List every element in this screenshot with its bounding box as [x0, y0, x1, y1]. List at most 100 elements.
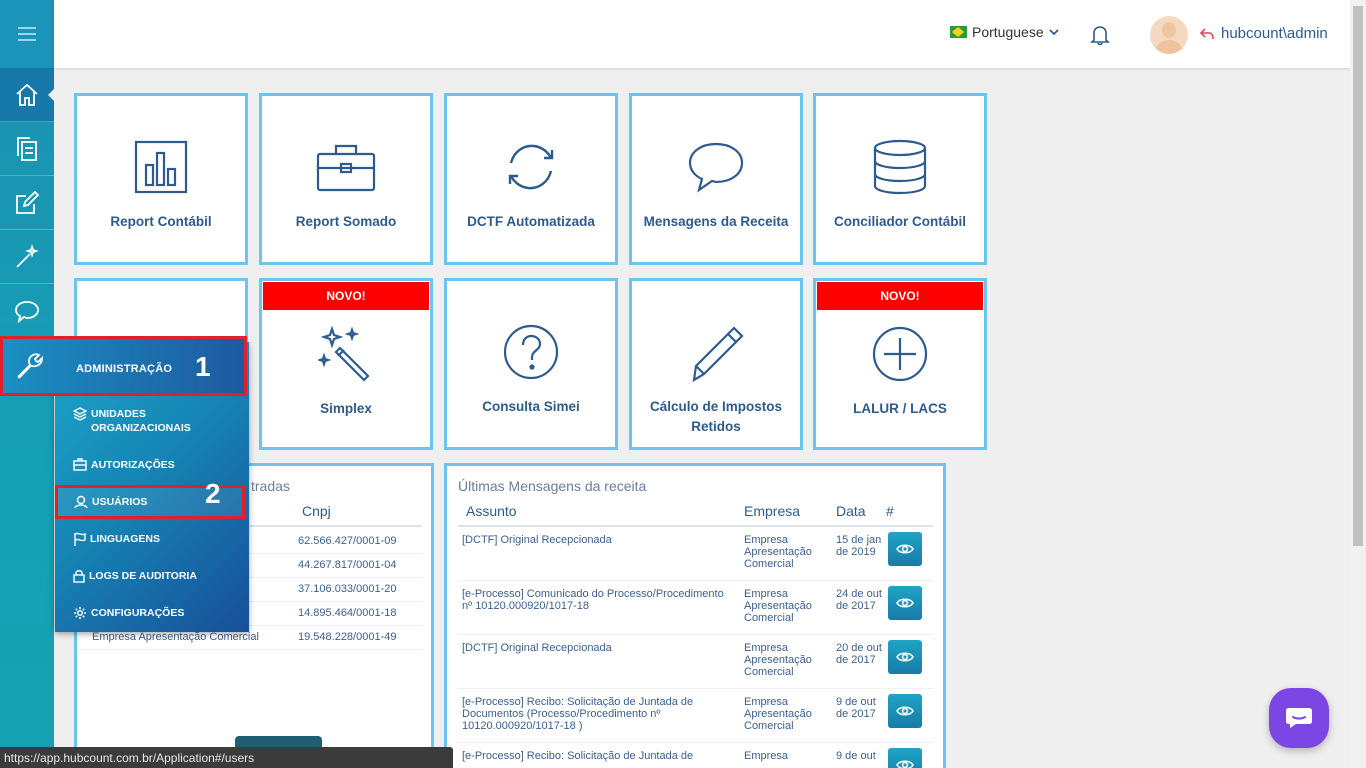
- view-message-button[interactable]: [888, 693, 922, 728]
- rail-chat[interactable]: [0, 284, 54, 338]
- tile-label: LALUR / LACS: [853, 401, 947, 416]
- edit-icon: [16, 190, 40, 214]
- eye-icon: [896, 651, 914, 662]
- tile-report-somado[interactable]: Report Somado: [259, 93, 433, 265]
- tile-calculo-impostos[interactable]: Cálculo de Impostos Retidos: [629, 278, 803, 450]
- menu-item-linguagens[interactable]: LINGUAGENS: [73, 532, 160, 546]
- table-row: [e-Processo] Recibo: Solicitação de Junt…: [458, 688, 933, 743]
- view-message-button[interactable]: [888, 532, 922, 566]
- briefcase-icon: [73, 458, 87, 471]
- rail-documents[interactable]: [0, 122, 54, 176]
- top-header: Portuguese hubcount\admin: [54, 0, 1350, 68]
- gear-icon: [74, 607, 86, 619]
- chat-icon: [1286, 708, 1312, 728]
- view-message-button[interactable]: [888, 585, 922, 620]
- rail-magic[interactable]: [0, 230, 54, 284]
- rail-home[interactable]: [0, 68, 55, 122]
- language-selector[interactable]: Portuguese: [950, 24, 1059, 40]
- col-action: #: [886, 503, 933, 527]
- company-name-cell: Empresa Apresentação Comercial: [92, 631, 259, 643]
- database-icon: [873, 139, 927, 195]
- eye-icon: [896, 705, 914, 716]
- cnpj-cell: 62.566.427/0001-09: [298, 535, 397, 547]
- menu-item-label: LINGUAGENS: [90, 533, 161, 545]
- chat-widget-button[interactable]: [1269, 688, 1329, 748]
- new-badge: NOVO!: [817, 282, 983, 310]
- menu-item-logs-auditoria[interactable]: LOGS DE AUDITORIA: [73, 569, 197, 583]
- eye-icon: [896, 597, 914, 608]
- tile-consulta-simei[interactable]: Consulta Simei: [444, 278, 618, 450]
- tile-label: Cálculo de Impostos Retidos: [649, 399, 783, 434]
- status-bar-url: https://app.hubcount.com.br/Application#…: [0, 747, 453, 768]
- menu-item-autorizacoes[interactable]: AUTORIZAÇÕES: [73, 458, 175, 472]
- tile-simplex[interactable]: NOVO! Simplex: [259, 278, 433, 450]
- wrench-icon: [17, 353, 43, 379]
- date-cell: 24 de out de 2017: [836, 580, 886, 635]
- tile-label: Report Contábil: [110, 214, 212, 229]
- user-menu[interactable]: hubcount\admin: [1199, 25, 1328, 42]
- layers-icon: [73, 407, 87, 421]
- view-message-button[interactable]: [888, 747, 922, 768]
- date-cell: 15 de jan de 2019: [836, 526, 886, 581]
- administracao-menu[interactable]: ADMINISTRAÇÃO 1: [0, 336, 247, 396]
- menu-item-unidades[interactable]: UNIDADES ORGANIZACIONAIS: [73, 407, 211, 435]
- brazil-flag-icon: [950, 26, 967, 38]
- company-cell: Empresa Apresentação Comercial: [744, 634, 836, 689]
- refresh-icon: [508, 144, 554, 190]
- tile-label: Consulta Simei: [482, 399, 580, 414]
- menu-item-label: UNIDADES ORGANIZACIONAIS: [91, 408, 191, 434]
- table-row: [e-Processo] Recibo: Solicitação de Junt…: [458, 742, 933, 768]
- menu-item-configuracoes[interactable]: CONFIGURAÇÕES: [73, 606, 184, 620]
- cnpj-cell: 14.895.464/0001-18: [298, 607, 397, 619]
- tile-label: Simplex: [320, 401, 372, 416]
- administracao-label: ADMINISTRAÇÃO: [76, 363, 173, 375]
- bar-chart-icon: [134, 140, 188, 194]
- tile-dctf-automatizada[interactable]: DCTF Automatizada: [444, 93, 618, 265]
- eye-icon: [896, 759, 914, 768]
- companies-panel-title: tradas: [251, 478, 290, 494]
- date-cell: 20 de out de 2017: [836, 634, 886, 689]
- page-scrollbar[interactable]: [1350, 0, 1366, 768]
- documents-icon: [17, 136, 37, 161]
- cnpj-cell: 37.106.033/0001-20: [298, 583, 397, 595]
- table-row: [DCTF] Original Recepcionada Empresa Apr…: [458, 634, 933, 689]
- subject-cell: [DCTF] Original Recepcionada: [458, 634, 744, 689]
- tile-lalur-lacs[interactable]: NOVO! LALUR / LACS: [813, 278, 987, 450]
- rail-edit[interactable]: [0, 176, 54, 230]
- new-badge: NOVO!: [263, 282, 429, 310]
- tile-label: Report Somado: [295, 214, 397, 229]
- col-date: Data: [836, 503, 886, 527]
- cnpj-header: Cnpj: [302, 503, 331, 519]
- subject-cell: [DCTF] Original Recepcionada: [458, 526, 744, 581]
- table-row: [DCTF] Original Recepcionada Empresa Apr…: [458, 526, 933, 581]
- col-subject: Assunto: [458, 503, 744, 527]
- question-circle-icon: [503, 324, 559, 380]
- magic-wand-icon: [318, 326, 370, 382]
- cnpj-cell: 19.548.228/0001-49: [298, 631, 397, 643]
- table-row: [e-Processo] Comunicado do Processo/Proc…: [458, 580, 933, 635]
- menu-item-usuarios[interactable]: USUÁRIOS 2: [55, 478, 245, 519]
- language-label: Portuguese: [972, 24, 1044, 40]
- user-icon: [74, 495, 88, 509]
- tile-mensagens-receita[interactable]: Mensagens da Receita: [629, 93, 803, 265]
- magic-wand-icon: [16, 243, 39, 268]
- tile-report-contabil[interactable]: Report Contábil: [74, 93, 248, 265]
- avatar[interactable]: [1150, 16, 1188, 54]
- user-name: hubcount\admin: [1221, 25, 1328, 42]
- step-1-label: 1: [195, 351, 211, 382]
- date-cell: 9 de out de 2017: [836, 688, 886, 743]
- chat-bubble-icon: [688, 142, 744, 193]
- tile-conciliador-contabil[interactable]: Conciliador Contábil: [813, 93, 987, 265]
- step-2-label: 2: [205, 478, 221, 509]
- view-message-button[interactable]: [888, 639, 922, 674]
- hamburger-menu-button[interactable]: [0, 0, 54, 68]
- tile-label: Mensagens da Receita: [643, 214, 789, 229]
- reply-arrow-icon: [1199, 27, 1214, 39]
- briefcase-icon: [316, 144, 376, 192]
- date-cell: 9 de out: [836, 742, 886, 768]
- flag-icon: [74, 532, 86, 546]
- notifications-button[interactable]: [1090, 24, 1110, 51]
- plus-circle-icon: [872, 326, 928, 382]
- chat-bubble-icon: [15, 300, 39, 323]
- lock-icon: [73, 570, 85, 583]
